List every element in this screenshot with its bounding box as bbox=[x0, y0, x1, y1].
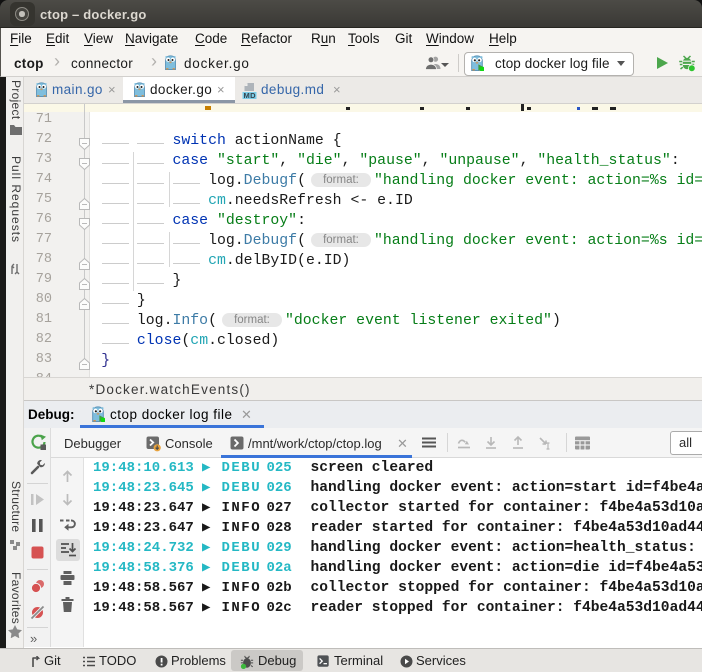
svg-text:MD: MD bbox=[244, 91, 257, 99]
